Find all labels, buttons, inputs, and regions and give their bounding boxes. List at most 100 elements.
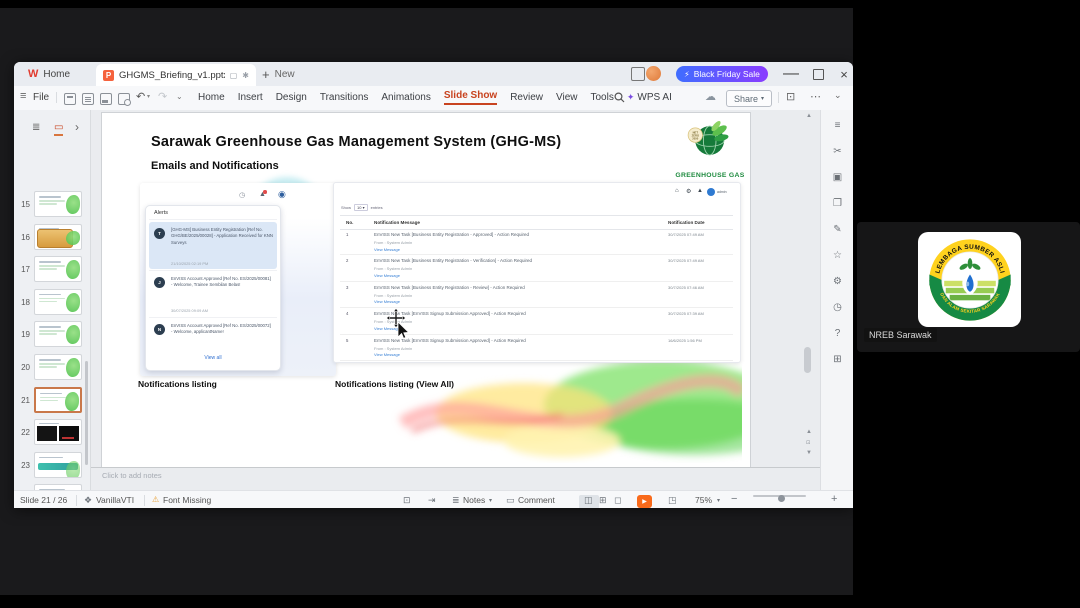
new-tab-button[interactable]: + New [262,64,295,84]
zoom-dropdown-icon[interactable]: ▾ [717,497,720,504]
slide-thumbnail-16[interactable] [34,223,82,250]
slideshow-play-button[interactable]: ▶ [637,495,652,508]
undo-dropdown-icon[interactable]: ▾ [147,93,150,100]
tab-document[interactable]: P GHGMS_Briefing_v1.pptx ▢ ✱ [96,64,256,86]
apps-icon[interactable]: ⊞ [821,354,853,365]
notes-placeholder[interactable]: Click to add notes [102,471,162,480]
font-missing-label[interactable]: Font Missing [163,495,211,505]
promo-button[interactable]: ⚡ Black Friday Sale [676,66,768,82]
tab-home[interactable]: W Home [20,64,78,84]
alert-item[interactable]: N EnVISS Account Approved [Ref No. ES/202… [149,318,277,352]
share-dropdown-icon: ▾ [761,96,765,102]
slide-thumbnail-18[interactable] [34,288,82,315]
menu-wps-ai[interactable]: ✦ WPS AI [627,92,672,103]
slide-view-icon[interactable]: ▭ [54,122,64,136]
theme-name[interactable]: VanillaVTI [96,495,134,505]
share-button[interactable]: Share ▾ [726,90,772,107]
print-preview-icon[interactable] [118,93,131,106]
notes-button[interactable]: Notes [463,495,485,505]
maximize-button[interactable] [806,62,830,86]
tab-window-icon[interactable]: ▢ [230,71,238,80]
more-options-icon[interactable]: ⋯ [810,90,821,103]
panel-scrollbar[interactable] [85,361,88,465]
copy-icon[interactable]: ❐ [821,198,853,209]
redo-icon[interactable]: ↷ [158,90,167,103]
slide-thumbnail-22[interactable] [34,419,82,446]
slide-thumbnail-15[interactable] [34,191,82,217]
comment-icon[interactable]: ✎ [821,224,853,235]
menu-home[interactable]: Home [198,92,225,103]
hamburger-icon[interactable]: ≡ [20,90,26,102]
panel-toggle-icon[interactable]: ⊡ [786,90,795,103]
menu-slide-show[interactable]: Slide Show [443,90,498,105]
collapse-ribbon-icon[interactable]: ⌄ [834,90,842,101]
favorite-icon[interactable]: ☆ [821,250,853,261]
view-message-link[interactable]: View Message [374,299,400,304]
history-icon[interactable]: ◷ [821,302,853,313]
slide-page[interactable]: Sarawak Greenhouse Gas Management System… [101,112,751,468]
file-menu[interactable]: File [33,92,49,103]
menu-review[interactable]: Review [510,92,543,103]
menu-transitions[interactable]: Transitions [320,92,369,103]
zoom-out-icon[interactable]: − [731,493,737,505]
next-slide-icon[interactable]: ▼ [806,450,812,456]
slide-thumbnail-23[interactable] [34,451,82,478]
comment-button[interactable]: Comment [518,495,555,505]
printer-icon[interactable] [100,93,112,105]
outline-view-icon[interactable]: ≣ [32,122,40,133]
vertical-scrollbar[interactable] [804,347,811,373]
close-button[interactable]: × [832,62,853,86]
zoom-in-icon[interactable]: + [831,493,837,505]
slide-sorter-icon[interactable]: ⊞ [599,495,607,506]
slide-thumbnail-17[interactable] [34,256,82,283]
row-from: From : System Admin [374,266,413,272]
scroll-up-icon[interactable]: ▲ [806,113,812,119]
slide-nav-icon[interactable]: ⊡ [806,440,810,446]
slide-size-icon[interactable]: ⊡ [403,495,411,506]
window-stack-icon[interactable] [631,67,645,81]
previous-slide-icon[interactable]: ▲ [806,429,812,435]
view-message-link[interactable]: View Message [374,352,400,357]
fullscreen-icon[interactable]: ◳ [668,495,677,506]
comment-icon[interactable]: ▭ [506,495,515,506]
statusbar: Slide 21 / 26 ❖ VanillaVTI ⚠ Font Missin… [14,490,853,508]
reading-view-icon[interactable]: ◻ [614,495,621,506]
undo-icon[interactable]: ↶ [136,90,145,103]
view-message-link[interactable]: View Message [374,273,400,278]
slide-thumbnail-20[interactable] [34,354,82,380]
menu-design[interactable]: Design [276,92,307,103]
menu-view[interactable]: View [556,92,578,103]
minimize-button[interactable]: — [779,62,803,86]
row-number: 1 [346,232,349,237]
cloud-sync-icon[interactable]: ☁ [705,90,716,103]
alert-message: EnVISS Account Approved [Ref No. ES/2025… [171,323,271,335]
settings-icon[interactable]: ⚙ [821,276,853,287]
save-icon[interactable] [64,93,76,105]
menu-icon[interactable]: ≡ [821,120,853,131]
user-avatar[interactable] [646,66,661,81]
print-icon[interactable] [82,93,94,105]
notes-icon[interactable]: ≣ [452,495,460,506]
menu-insert[interactable]: Insert [238,92,263,103]
alert-item[interactable]: J EnVISS Account Approved [Ref No. ES/202… [149,271,277,316]
alert-item[interactable]: T [GHG-MS] Business Entity Registration [… [149,222,277,269]
search-icon[interactable] [614,92,625,103]
menu-animations[interactable]: Animations [381,92,430,103]
zoom-level[interactable]: 75% [695,495,712,505]
handout-icon[interactable]: ⇥ [428,495,436,506]
zoom-slider-knob[interactable] [778,495,785,502]
menu-tools[interactable]: Tools [591,92,614,103]
notes-dropdown-icon[interactable]: ▾ [489,497,492,504]
help-icon[interactable]: ? [821,328,853,339]
slide-thumbnail-19[interactable] [34,321,82,348]
toolbar-more-icon[interactable]: ⌄ [176,92,183,101]
panel-collapse-icon[interactable]: › [75,120,79,134]
row-number: 3 [346,284,349,290]
layout-icon[interactable]: ▣ [821,172,853,183]
view-message-link[interactable]: View Message [374,247,400,252]
cut-icon[interactable]: ✂ [821,146,853,157]
normal-view-icon[interactable]: ◫ [584,495,593,506]
slide-thumbnail-21[interactable] [34,386,82,413]
alerts-dropdown: Alerts T [GHG-MS] Business Entity Registr… [145,205,281,371]
participant-tile[interactable]: LEMBAGA SUMBER ASLI DAN ALAM SEKITAR SAR… [857,222,1080,352]
